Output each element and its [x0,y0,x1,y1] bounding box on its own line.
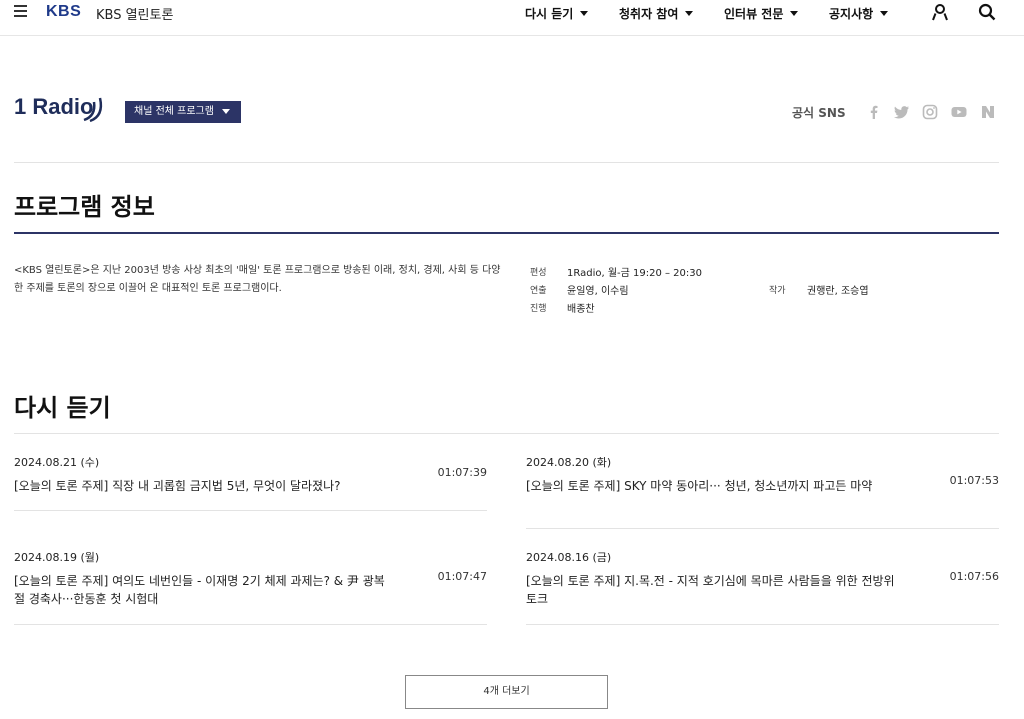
naver-icon[interactable] [980,104,996,120]
nav-label: 공지사항 [829,7,874,21]
instagram-icon[interactable] [922,104,938,120]
nav-label: 다시 듣기 [525,7,574,21]
search-icon[interactable] [978,3,996,21]
episode-duration: 01:07:56 [949,570,999,583]
director-label: 연출 [530,286,547,296]
load-more-button[interactable]: 4개 더보기 [405,675,608,709]
nav-item-listener[interactable]: 청취자 참여 [619,5,694,22]
episode-date: 2024.08.20 (화) [526,456,612,469]
facebook-icon[interactable] [866,104,882,120]
episode-date: 2024.08.16 (금) [526,551,612,564]
host-value: 배종찬 [567,304,595,315]
site-name[interactable]: KBS 열린토론 [96,4,173,23]
episode-date: 2024.08.19 (월) [14,551,100,564]
episode-duration: 01:07:47 [437,570,487,583]
schedule-label: 편성 [530,268,547,278]
episode-duration: 01:07:39 [437,466,487,479]
title-underline [14,232,999,234]
divider [526,624,999,625]
divider [14,433,999,434]
radio-waves-icon [83,97,103,123]
episode-title[interactable]: [오늘의 토론 주제] 지.목.전 - 지적 호기심에 목마른 사람들을 위한 … [526,572,906,608]
director-value: 윤일영, 이수림 [567,286,629,297]
writer-value: 권행란, 조승엽 [807,286,869,297]
episode-title[interactable]: [오늘의 토론 주제] SKY 마약 동아리··· 청년, 청소년까지 파고든 … [526,477,906,495]
writer-label: 작가 [769,286,786,296]
nav-label: 청취자 참여 [619,7,679,21]
episode-duration: 01:07:53 [949,474,999,487]
program-info-title: 프로그램 정보 [14,193,155,221]
nav-item-replay[interactable]: 다시 듣기 [525,5,589,22]
nav-item-interview[interactable]: 인터뷰 전문 [724,5,799,22]
host-label: 진행 [530,304,547,314]
schedule-value: 1Radio, 월-금 19:20 – 20:30 [567,268,703,279]
youtube-icon[interactable] [951,104,967,120]
user-icon[interactable] [931,3,949,21]
twitter-icon[interactable] [894,104,910,120]
sns-label: 공식 SNS [792,106,846,120]
chevron-down-icon [880,11,889,16]
divider [526,528,999,529]
episode-title[interactable]: [오늘의 토론 주제] 직장 내 괴롭힘 금지법 5년, 무엇이 달라졌나? [14,477,394,495]
divider [14,162,999,163]
nav-item-notice[interactable]: 공지사항 [829,5,889,22]
kbs-logo[interactable]: KBS [46,3,81,21]
divider [14,624,487,625]
menu-icon[interactable] [14,5,28,19]
chevron-down-icon [790,11,799,16]
episode-date: 2024.08.21 (수) [14,456,100,469]
episode-title[interactable]: [오늘의 토론 주제] 여의도 네번인들 - 이재명 2기 체제 과제는? & … [14,572,394,608]
replay-title: 다시 듣기 [14,394,111,422]
program-description: <KBS 열린토론>은 지난 2003년 방송 사상 최초의 '매일' 토론 프… [14,265,501,294]
chevron-down-icon [685,11,694,16]
nav-label: 인터뷰 전문 [724,7,784,21]
chevron-down-icon [580,11,589,16]
channel-program-dropdown[interactable]: 채널 전체 프로그램 [125,101,241,123]
divider [14,510,487,511]
dropdown-label: 채널 전체 프로그램 [134,106,214,117]
chevron-down-icon [221,108,230,114]
